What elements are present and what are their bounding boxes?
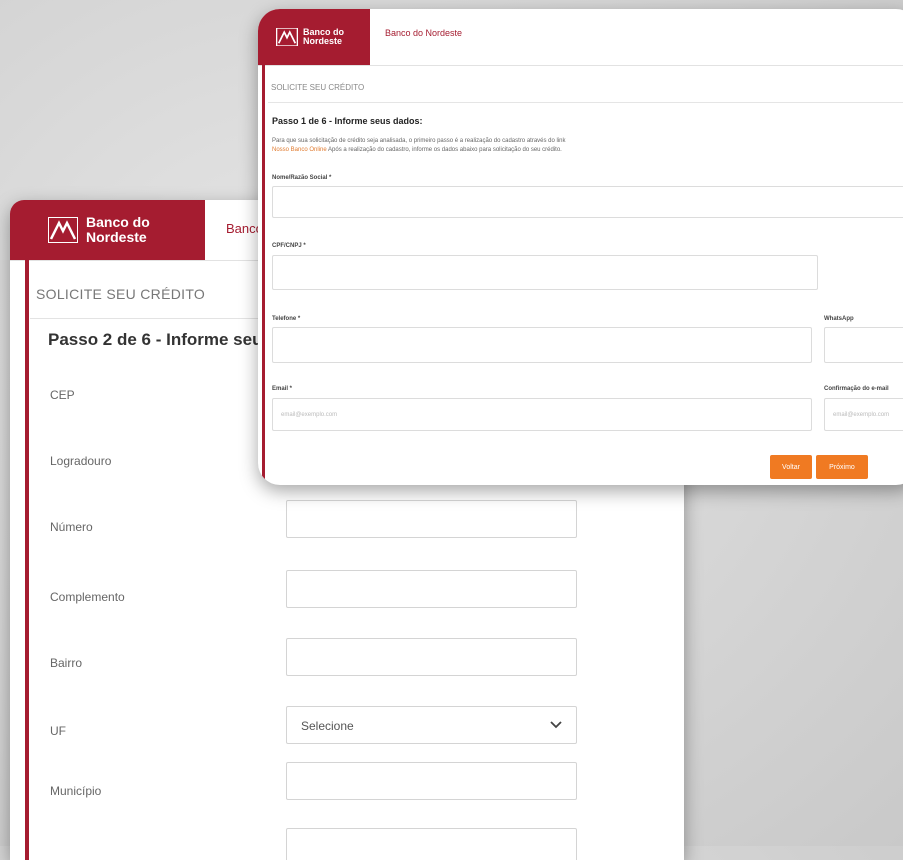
intro-line2-wrap: Nosso Banco Online Após a realização do … xyxy=(272,146,832,155)
nav-link-bank[interactable]: Banco do Nordeste xyxy=(385,28,462,38)
email-label: Email * xyxy=(272,386,293,392)
back-button[interactable]: Voltar xyxy=(770,455,812,479)
municipio-input[interactable] xyxy=(286,762,577,800)
nome-input[interactable] xyxy=(272,186,903,218)
bank-logo-icon xyxy=(276,28,298,46)
intro-line2: Após a realização do cadastro, informe o… xyxy=(328,147,562,153)
uf-select-value: Selecione xyxy=(301,719,354,733)
uf-label: UF xyxy=(50,724,66,738)
cep-label: CEP xyxy=(50,388,75,402)
brand-logo[interactable]: Banco do Nordeste xyxy=(258,9,370,65)
step1-window: Banco do Nordeste Banco do Nordeste SOLI… xyxy=(258,9,903,485)
email-confirm-input[interactable]: email@exemplo.com xyxy=(824,398,903,431)
brand-name: Banco do Nordeste xyxy=(86,215,150,244)
chevron-down-icon xyxy=(550,721,562,729)
brand-name: Banco do Nordeste xyxy=(303,27,344,47)
email-confirm-label: Confirmação do e-mail xyxy=(824,386,889,392)
bank-logo-icon xyxy=(48,217,78,243)
email-confirm-placeholder: email@exemplo.com xyxy=(833,412,890,418)
intro-text: Para que sua solicitação de crédito seja… xyxy=(272,137,832,155)
logradouro-label: Logradouro xyxy=(50,454,112,468)
bairro-input[interactable] xyxy=(286,638,577,676)
telefone-input[interactable] xyxy=(272,327,812,363)
accent-bar xyxy=(262,65,265,485)
complemento-label: Complemento xyxy=(50,590,125,604)
next-field-input[interactable] xyxy=(286,828,577,860)
cpf-label: CPF/CNPJ * xyxy=(272,243,306,249)
telefone-label: Telefone * xyxy=(272,316,301,322)
complemento-input[interactable] xyxy=(286,570,577,608)
next-button[interactable]: Próximo xyxy=(816,455,868,479)
email-input[interactable]: email@exemplo.com xyxy=(272,398,812,431)
header-bar: Banco do Nordeste Banco do Nordeste xyxy=(258,9,903,66)
numero-input[interactable] xyxy=(286,500,577,538)
section-title: SOLICITE SEU CRÉDITO xyxy=(271,83,365,92)
accent-bar xyxy=(25,260,29,860)
step-title: Passo 1 de 6 - Informe seus dados: xyxy=(272,116,423,126)
brand-name-line1: Banco do xyxy=(86,214,150,231)
brand-name-line2: Nordeste xyxy=(86,229,147,245)
numero-label: Número xyxy=(50,520,93,534)
section-title: SOLICITE SEU CRÉDITO xyxy=(36,286,206,302)
whatsapp-input[interactable] xyxy=(824,327,903,363)
municipio-label: Município xyxy=(50,784,102,798)
nome-label: Nome/Razão Social * xyxy=(272,175,332,181)
intro-line1: Para que sua solicitação de crédito seja… xyxy=(272,138,566,144)
uf-select[interactable]: Selecione xyxy=(286,706,577,744)
online-banking-link[interactable]: Nosso Banco Online xyxy=(272,147,327,153)
email-placeholder: email@exemplo.com xyxy=(281,412,338,418)
whatsapp-label: WhatsApp xyxy=(824,316,854,322)
brand-logo[interactable]: Banco do Nordeste xyxy=(10,200,205,260)
divider xyxy=(268,102,903,103)
brand-name-line2: Nordeste xyxy=(303,36,343,46)
bairro-label: Bairro xyxy=(50,656,83,670)
step-title: Passo 2 de 6 - Informe seu xyxy=(48,330,263,349)
cpf-input[interactable] xyxy=(272,255,818,290)
